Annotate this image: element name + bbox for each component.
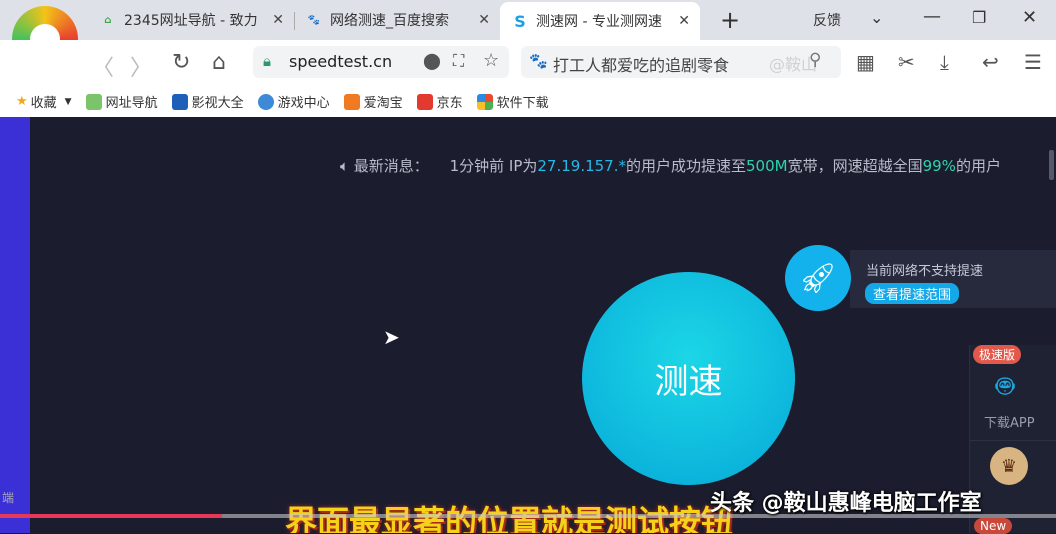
tab-2345[interactable]: ⌂ 2345网址导航 - 致力 ✕: [100, 6, 284, 34]
jd-icon: [416, 93, 433, 110]
grid-icon[interactable]: ▦: [856, 50, 875, 74]
bookmark-item[interactable]: 软件下载: [476, 92, 549, 111]
lock-icon: 🔒︎: [263, 52, 271, 70]
dropdown-icon[interactable]: ▼: [65, 97, 72, 107]
scrollbar[interactable]: [1049, 150, 1054, 180]
view-boost-range-button[interactable]: 查看提速范围: [865, 283, 960, 304]
android-icon: 🤖︎: [996, 369, 1014, 404]
mouse-cursor: ➤: [383, 325, 400, 349]
close-tab-icon[interactable]: ✕: [478, 12, 490, 28]
close-tab-icon[interactable]: ✕: [678, 13, 690, 29]
star-icon: ★: [16, 94, 28, 109]
home-button[interactable]: ⌂: [212, 50, 226, 75]
search-box[interactable]: 🐾 打工人都爱吃的追剧零食 @鞍山 ⚲: [521, 46, 841, 78]
search-icon[interactable]: ⚲: [809, 50, 821, 70]
bookmark-item[interactable]: 网址导航: [85, 92, 158, 111]
baidu-icon: 🐾: [529, 52, 548, 70]
minimize-button[interactable]: —: [923, 6, 941, 27]
back-button[interactable]: 〈: [92, 50, 114, 82]
forward-button[interactable]: 〉: [130, 50, 152, 82]
menu-icon[interactable]: ☰: [1024, 50, 1042, 74]
close-window-button[interactable]: ✕: [1022, 7, 1037, 28]
scissors-icon[interactable]: ✂: [898, 50, 915, 74]
address-bar[interactable]: 🔒︎ speedtest.cn ⬤ ⛶ ☆: [253, 46, 509, 78]
bookmark-favorites[interactable]: ★ 收藏 ▼: [16, 92, 72, 111]
speaker-icon: 🔈︎: [340, 157, 350, 175]
video-watermark: 头条 @鞍山惠峰电脑工作室: [710, 491, 982, 516]
url-text[interactable]: speedtest.cn: [289, 52, 392, 71]
speed-test-button[interactable]: 测速: [582, 272, 795, 485]
speedtest-icon: S: [514, 11, 526, 31]
bookmark-item[interactable]: 影视大全: [171, 92, 244, 111]
tab-baidu[interactable]: 🐾 网络测速_百度搜索 ✕: [306, 6, 490, 34]
fast-version-badge: 极速版: [973, 345, 1022, 364]
bookmark-item[interactable]: 京东: [416, 92, 463, 111]
game-icon: [257, 93, 274, 110]
taobao-icon: [343, 93, 360, 110]
left-strip: 端: [0, 117, 30, 533]
page-content: [0, 117, 1056, 533]
restore-button[interactable]: ❐: [972, 8, 986, 27]
new-tab-button[interactable]: +: [720, 6, 740, 34]
side-panel: 极速版 🤖︎ 下载APP ♛ New: [969, 345, 1056, 534]
rocket-icon: 🚀︎: [785, 245, 851, 311]
boost-panel: 当前网络不支持提速 查看提速范围: [850, 250, 1056, 308]
2345-icon: ⌂: [104, 14, 112, 26]
new-badge: New: [974, 518, 1013, 534]
bookmark-item[interactable]: 游戏中心: [257, 92, 330, 111]
download-app-button[interactable]: 极速版 🤖︎ 下载APP: [970, 345, 1056, 440]
undo-icon[interactable]: ↩: [982, 50, 999, 74]
bookmarks-bar: ★ 收藏 ▼ 网址导航 影视大全 游戏中心 爱淘宝 京东 软件下载: [0, 86, 1056, 117]
search-input[interactable]: 打工人都爱吃的追剧零食: [553, 52, 729, 76]
2345-icon: [85, 93, 102, 110]
location-icon[interactable]: ⬤: [423, 51, 441, 70]
scan-icon[interactable]: ⛶: [453, 51, 464, 71]
bookmark-item[interactable]: 爱淘宝: [343, 92, 403, 111]
tab-divider: [294, 12, 295, 30]
download-icon[interactable]: ⤓: [940, 50, 949, 74]
video-progress-fill: [0, 514, 222, 518]
news-ticker: 🔈︎ 最新消息： 1分钟前 IP为27.19.157.*的用户成功提速至500M…: [340, 157, 1001, 175]
tab-speedtest[interactable]: S 测速网 - 专业测网速 ✕: [500, 2, 700, 40]
reload-button[interactable]: ↻: [172, 50, 190, 75]
software-icon: [476, 93, 493, 110]
baidu-icon: 🐾: [307, 14, 321, 26]
close-tab-icon[interactable]: ✕: [272, 12, 284, 28]
vip-crown-icon[interactable]: ♛: [990, 447, 1028, 485]
video-icon: [171, 93, 188, 110]
star-icon[interactable]: ☆: [483, 50, 499, 71]
chevron-down-icon[interactable]: ⌄: [870, 8, 883, 27]
feedback-button[interactable]: 反馈: [813, 10, 841, 30]
